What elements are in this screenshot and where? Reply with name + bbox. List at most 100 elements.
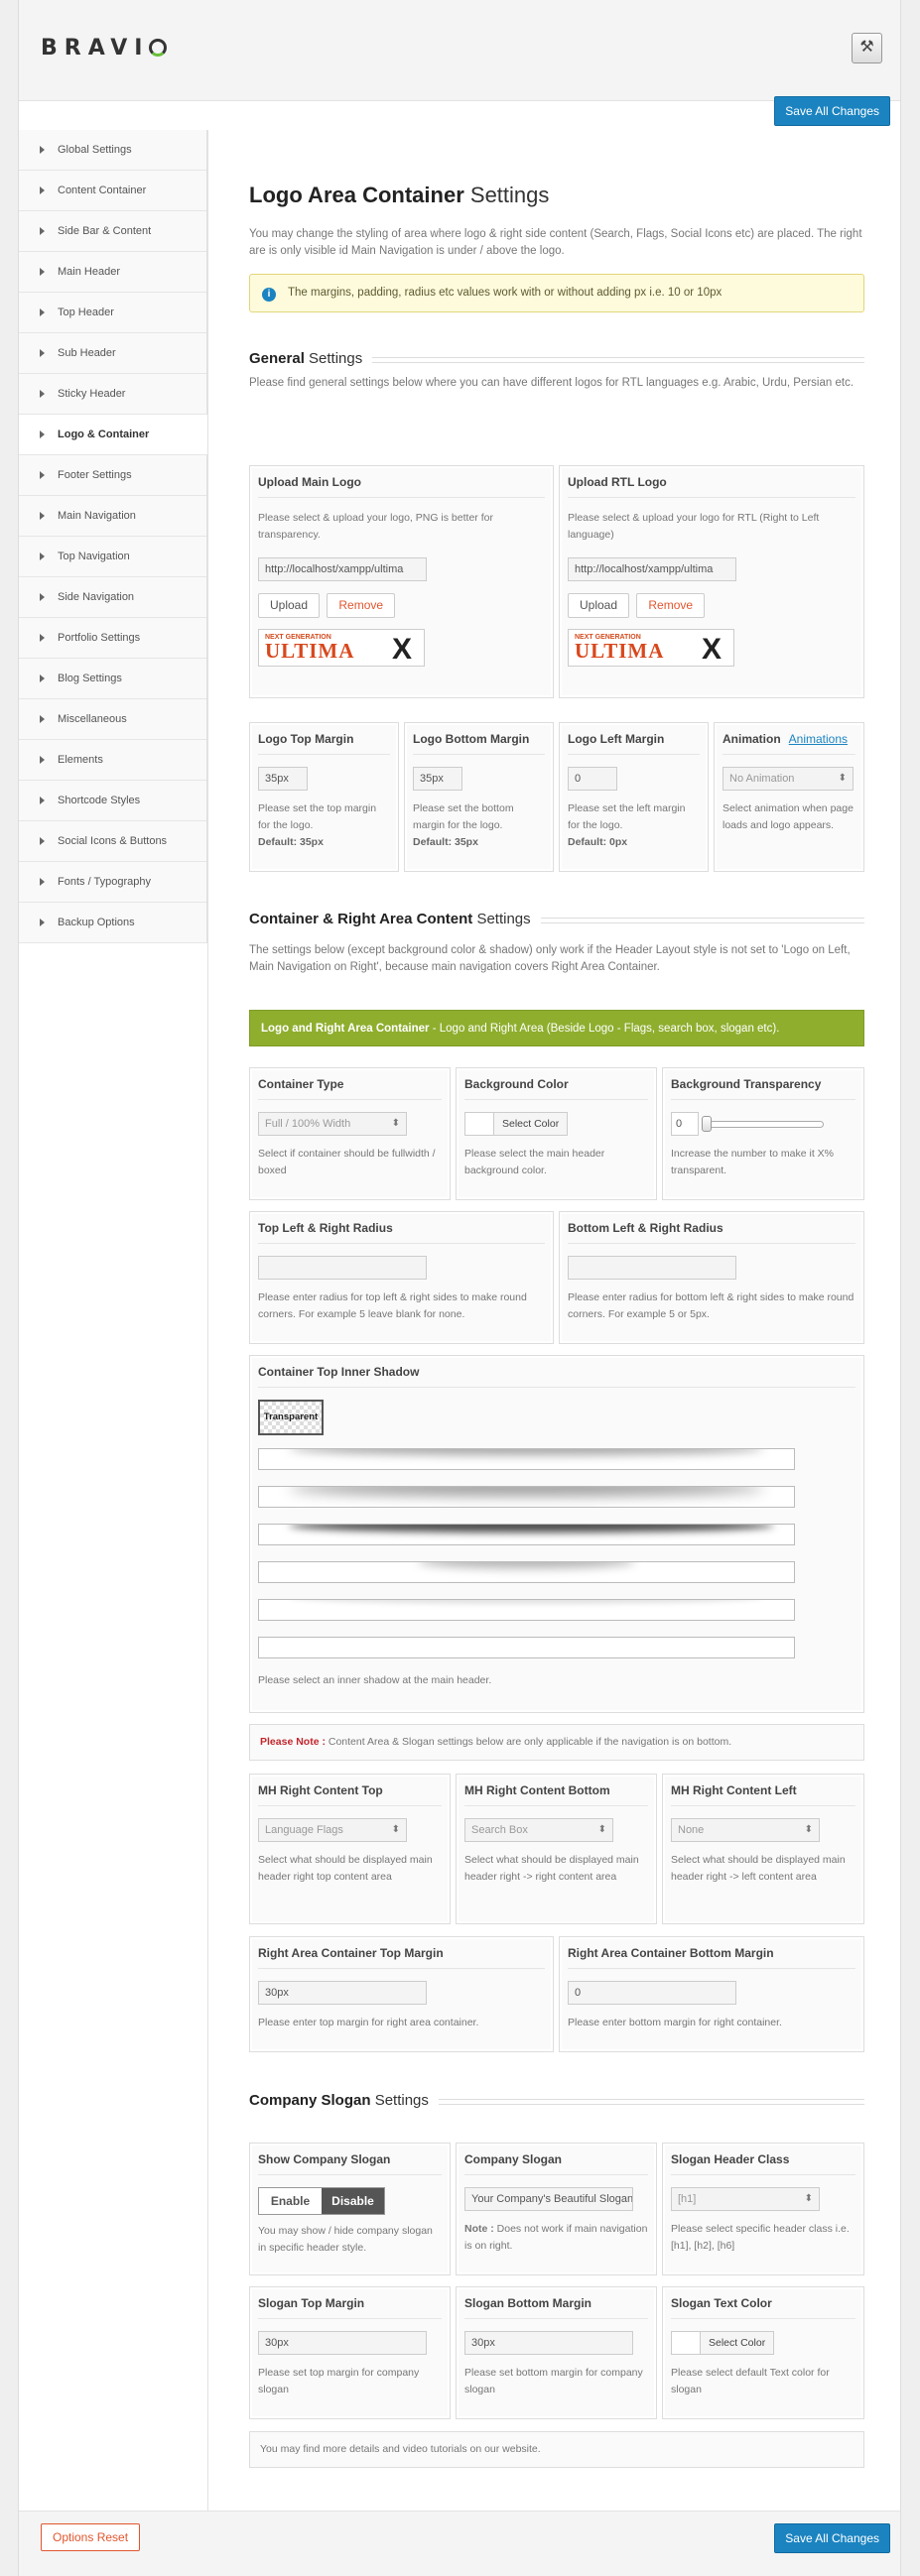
sidebar-item-content-container[interactable]: Content Container xyxy=(19,171,206,211)
sidebar-divider xyxy=(207,130,208,2511)
upload-main-logo-button[interactable]: Upload xyxy=(258,593,321,618)
animation-box: AnimationAnimations No Animation Select … xyxy=(714,722,864,872)
save-all-changes-button-top[interactable]: Save All Changes xyxy=(774,96,890,126)
bottom-radius-input[interactable] xyxy=(568,1256,736,1280)
shadow-option-transparent[interactable]: Transparent xyxy=(258,1400,324,1435)
slogan-text-color-desc: Please select default Text color for slo… xyxy=(671,2367,830,2395)
container-type-box: Container Type Full / 100% Width Select … xyxy=(249,1067,451,1200)
top-radius-input[interactable] xyxy=(258,1256,427,1280)
logo-left-margin-input[interactable]: 0 xyxy=(568,767,617,791)
remove-main-logo-button[interactable]: Remove xyxy=(327,593,396,618)
sidebar-item-elements[interactable]: Elements xyxy=(19,740,206,781)
sidebar-item-side-bar-content[interactable]: Side Bar & Content xyxy=(19,211,206,252)
save-all-changes-button-bottom[interactable]: Save All Changes xyxy=(774,2523,890,2553)
mh-right-content-left-select[interactable]: None xyxy=(671,1818,820,1842)
slogan-select-color-button[interactable]: Select Color xyxy=(701,2331,775,2355)
slider-handle[interactable] xyxy=(702,1115,712,1132)
mh-right-content-top-select[interactable]: Language Flags xyxy=(258,1818,407,1842)
page-intro: You may change the styling of area where… xyxy=(249,228,862,257)
background-transparency-box: Background Transparency 0 Increase the n… xyxy=(662,1067,864,1200)
sidebar-item-fonts-typography[interactable]: Fonts / Typography xyxy=(19,862,206,903)
sidebar-item-blog-settings[interactable]: Blog Settings xyxy=(19,659,206,699)
disable-option[interactable]: Disable xyxy=(322,2188,384,2214)
sidebar-item-portfolio-settings[interactable]: Portfolio Settings xyxy=(19,618,206,659)
sidebar-item-global-settings[interactable]: Global Settings xyxy=(19,130,206,171)
shadow-option-6[interactable] xyxy=(258,1637,795,1658)
shadow-option-3[interactable] xyxy=(258,1524,795,1545)
color-swatch[interactable] xyxy=(464,1112,494,1136)
rtl-logo-url-input[interactable]: http://localhost/xampp/ultima xyxy=(568,557,736,581)
slogan-text-color-label: Slogan Text Color xyxy=(671,2296,855,2319)
options-reset-button[interactable]: Options Reset xyxy=(41,2523,141,2551)
upload-rtl-logo-button[interactable]: Upload xyxy=(568,593,630,618)
container-type-select[interactable]: Full / 100% Width xyxy=(258,1112,407,1136)
sidebar-item-top-navigation[interactable]: Top Navigation xyxy=(19,537,206,577)
right-area-bottom-margin-input[interactable]: 0 xyxy=(568,1981,736,2005)
mh-right-content-bottom-desc: Select what should be displayed main hea… xyxy=(464,1854,639,1883)
upload-rtl-logo-box: Upload RTL Logo Please select & upload y… xyxy=(559,465,864,698)
sidebar-item-sub-header[interactable]: Sub Header xyxy=(19,333,206,374)
mh-right-content-bottom-label: MH Right Content Bottom xyxy=(464,1783,648,1806)
sidebar-item-side-navigation[interactable]: Side Navigation xyxy=(19,577,206,618)
slogan-toggle[interactable]: Enable Disable xyxy=(258,2187,385,2215)
sidebar-item-logo-container[interactable]: Logo & Container xyxy=(19,415,207,455)
info-notice: i The margins, padding, radius etc values… xyxy=(249,274,864,312)
container-desc: The settings below (except background co… xyxy=(249,944,851,973)
right-area-bottom-margin-label: Right Area Container Bottom Margin xyxy=(568,1946,855,1969)
company-slogan-input[interactable]: Your Company's Beautiful Slogan xyxy=(464,2187,633,2211)
logo-bottom-margin-default: Default: 35px xyxy=(413,836,478,848)
logo-bottom-margin-input[interactable]: 35px xyxy=(413,767,462,791)
slogan-bottom-margin-box: Slogan Bottom Margin 30px Please set bot… xyxy=(456,2286,657,2419)
sidebar-item-footer-settings[interactable]: Footer Settings xyxy=(19,455,206,496)
slogan-bottom-margin-desc: Please set bottom margin for company slo… xyxy=(464,2367,643,2395)
tools-icon[interactable]: ⚒ xyxy=(852,33,882,63)
sidebar-item-main-header[interactable]: Main Header xyxy=(19,252,206,293)
slogan-top-margin-desc: Please set top margin for company slogan xyxy=(258,2367,420,2395)
right-area-top-margin-input[interactable]: 30px xyxy=(258,1981,427,2005)
select-color-button[interactable]: Select Color xyxy=(494,1112,569,1136)
shadow-option-1[interactable] xyxy=(258,1448,795,1470)
sidebar: Global Settings Content Container Side Bar… xyxy=(19,130,207,943)
transparency-slider[interactable] xyxy=(702,1115,824,1132)
shadow-option-2[interactable] xyxy=(258,1486,795,1508)
sidebar-item-top-header[interactable]: Top Header xyxy=(19,293,206,333)
main-logo-url-input[interactable]: http://localhost/xampp/ultima xyxy=(258,557,427,581)
sidebar-item-shortcode-styles[interactable]: Shortcode Styles xyxy=(19,781,206,821)
company-slogan-label: Company Slogan xyxy=(464,2152,648,2175)
upload-rtl-logo-label: Upload RTL Logo xyxy=(568,475,855,498)
slogan-header-class-desc: Please select specific header class i.e.… xyxy=(671,2223,850,2252)
sidebar-item-miscellaneous[interactable]: Miscellaneous xyxy=(19,699,206,740)
sidebar-item-main-navigation[interactable]: Main Navigation xyxy=(19,496,206,537)
sidebar-item-social-icons-buttons[interactable]: Social Icons & Buttons xyxy=(19,821,206,862)
remove-rtl-logo-button[interactable]: Remove xyxy=(636,593,706,618)
shadow-options-list xyxy=(258,1448,795,1658)
slogan-bottom-margin-input[interactable]: 30px xyxy=(464,2331,633,2355)
upload-main-logo-desc: Please select & upload your logo, PNG is… xyxy=(258,512,493,541)
mh-right-content-left-box: MH Right Content Left None Select what s… xyxy=(662,1774,864,1924)
sidebar-item-backup-options[interactable]: Backup Options xyxy=(19,903,206,943)
slogan-color-swatch[interactable] xyxy=(671,2331,701,2355)
slogan-top-margin-label: Slogan Top Margin xyxy=(258,2296,442,2319)
animation-select[interactable]: No Animation xyxy=(723,767,854,791)
shadow-option-4[interactable] xyxy=(258,1561,795,1583)
show-slogan-label: Show Company Slogan xyxy=(258,2152,442,2175)
shadow-option-5[interactable] xyxy=(258,1599,795,1621)
mh-right-content-bottom-select[interactable]: Search Box xyxy=(464,1818,613,1842)
slogan-header-class-select[interactable]: [h1] xyxy=(671,2187,820,2211)
general-settings-heading: General Settings xyxy=(249,350,864,367)
top-inner-shadow-label: Container Top Inner Shadow xyxy=(258,1365,855,1388)
slogan-top-margin-input[interactable]: 30px xyxy=(258,2331,427,2355)
animations-link[interactable]: Animations xyxy=(789,732,848,746)
sidebar-item-sticky-header[interactable]: Sticky Header xyxy=(19,374,206,415)
show-slogan-desc: You may show / hide company slogan in sp… xyxy=(258,2225,433,2254)
logo-top-margin-default: Default: 35px xyxy=(258,836,324,848)
container-type-desc: Select if container should be fullwidth … xyxy=(258,1148,436,1176)
upload-main-logo-box: Upload Main Logo Please select & upload … xyxy=(249,465,554,698)
background-color-desc: Please select the main header background… xyxy=(464,1148,605,1176)
logo-top-margin-input[interactable]: 35px xyxy=(258,767,308,791)
transparency-value-input[interactable]: 0 xyxy=(671,1112,699,1136)
logo-top-margin-label: Logo Top Margin xyxy=(258,732,390,755)
background-transparency-desc: Increase the number to make it X% transp… xyxy=(671,1148,834,1176)
show-slogan-box: Show Company Slogan Enable Disable You ma… xyxy=(249,2143,451,2275)
enable-option[interactable]: Enable xyxy=(259,2188,322,2214)
